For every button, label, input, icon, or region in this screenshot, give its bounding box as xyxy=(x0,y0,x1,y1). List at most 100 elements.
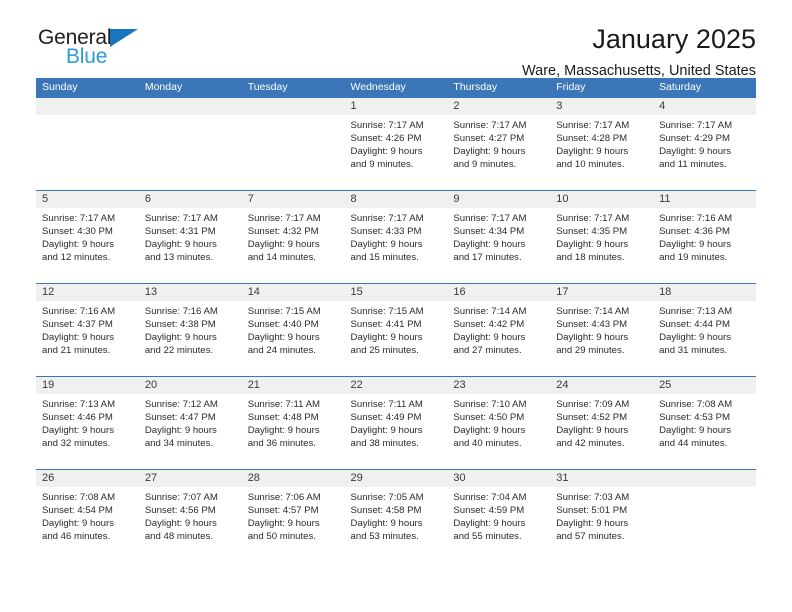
sunset-line: Sunset: 4:33 PM xyxy=(350,226,422,238)
day-details: Sunrise: 7:08 AM Sunset: 4:53 PM Daylight:… xyxy=(653,394,756,450)
day-cell-28[interactable]: 28 Sunrise: 7:06 AM Sunset: 4:57 PM Dayligh… xyxy=(241,469,345,562)
day-cell-inner: 27 Sunrise: 7:07 AM Sunset: 4:56 PM Dayligh… xyxy=(138,470,242,562)
daylight-line: Daylight: 9 hours xyxy=(144,518,217,530)
day-cell-26[interactable]: 26 Sunrise: 7:08 AM Sunset: 4:54 PM Dayligh… xyxy=(36,469,139,562)
daylight-line-2: and 50 minutes. xyxy=(247,531,316,543)
day-cell-27[interactable]: 27 Sunrise: 7:07 AM Sunset: 4:56 PM Dayligh… xyxy=(138,469,242,562)
day-cell-7[interactable]: 7 Sunrise: 7:17 AM Sunset: 4:32 PM Daylight… xyxy=(241,190,345,284)
daylight-line-2: and 32 minutes. xyxy=(42,438,111,450)
day-details: Sunrise: 7:17 AM Sunset: 4:33 PM Daylight:… xyxy=(345,208,448,264)
sunrise-line: Sunrise: 7:10 AM xyxy=(453,399,527,410)
day-cell-22[interactable]: 22 Sunrise: 7:11 AM Sunset: 4:49 PM Dayligh… xyxy=(344,376,448,470)
day-cell-inner: 24 Sunrise: 7:09 AM Sunset: 4:52 PM Dayligh… xyxy=(550,377,654,469)
day-cell-20[interactable]: 20 Sunrise: 7:12 AM Sunset: 4:47 PM Dayligh… xyxy=(138,376,242,470)
day-cell-23[interactable]: 23 Sunrise: 7:10 AM Sunset: 4:50 PM Dayligh… xyxy=(447,376,551,470)
day-details: Sunrise: 7:03 AM Sunset: 5:01 PM Daylight:… xyxy=(550,487,653,543)
day-cell-31[interactable]: 31 Sunrise: 7:03 AM Sunset: 5:01 PM Dayligh… xyxy=(550,469,654,562)
day-cell-3[interactable]: 3 Sunrise: 7:17 AM Sunset: 4:28 PM Daylight… xyxy=(550,98,654,191)
day-cell-11[interactable]: 11 Sunrise: 7:16 AM Sunset: 4:36 PM Dayligh… xyxy=(653,190,756,284)
sunset-line: Sunset: 4:41 PM xyxy=(350,319,422,331)
day-cell-inner: 22 Sunrise: 7:11 AM Sunset: 4:49 PM Dayligh… xyxy=(344,377,448,469)
day-number xyxy=(653,470,756,487)
day-details: Sunrise: 7:07 AM Sunset: 4:56 PM Daylight:… xyxy=(139,487,242,543)
sunrise-line: Sunrise: 7:15 AM xyxy=(247,306,321,317)
sunrise-line: Sunrise: 7:14 AM xyxy=(556,306,630,317)
day-cell-14[interactable]: 14 Sunrise: 7:15 AM Sunset: 4:40 PM Dayligh… xyxy=(241,283,345,377)
day-cell-9[interactable]: 9 Sunrise: 7:17 AM Sunset: 4:34 PM Daylight… xyxy=(447,190,551,284)
sunrise-line: Sunrise: 7:17 AM xyxy=(144,213,218,224)
day-cell-empty xyxy=(36,98,139,191)
day-details: Sunrise: 7:13 AM Sunset: 4:46 PM Daylight:… xyxy=(36,394,139,450)
day-cell-inner: 21 Sunrise: 7:11 AM Sunset: 4:48 PM Dayligh… xyxy=(241,377,345,469)
sunset-line: Sunset: 4:49 PM xyxy=(350,412,422,424)
daylight-line-2: and 36 minutes. xyxy=(247,438,316,450)
day-cell-21[interactable]: 21 Sunrise: 7:11 AM Sunset: 4:48 PM Dayligh… xyxy=(241,376,345,470)
daylight-line-2: and 19 minutes. xyxy=(659,252,728,264)
day-cell-inner: 1 Sunrise: 7:17 AM Sunset: 4:26 PM Daylight… xyxy=(344,98,448,190)
sunset-line: Sunset: 4:58 PM xyxy=(350,505,422,517)
sunset-line: Sunset: 4:37 PM xyxy=(42,319,113,331)
daylight-line: Daylight: 9 hours xyxy=(556,425,629,437)
day-cell-24[interactable]: 24 Sunrise: 7:09 AM Sunset: 4:52 PM Dayligh… xyxy=(550,376,654,470)
generalblue-logo[interactable]: General Blue xyxy=(38,26,168,74)
day-cell-12[interactable]: 12 Sunrise: 7:16 AM Sunset: 4:37 PM Dayligh… xyxy=(36,283,139,377)
sunset-line: Sunset: 4:36 PM xyxy=(659,226,730,238)
sunrise-line: Sunrise: 7:16 AM xyxy=(42,306,116,317)
sunset-line: Sunset: 4:30 PM xyxy=(42,226,113,238)
sunset-line: Sunset: 4:42 PM xyxy=(453,319,525,331)
day-cell-18[interactable]: 18 Sunrise: 7:13 AM Sunset: 4:44 PM Dayligh… xyxy=(653,283,756,377)
day-cell-29[interactable]: 29 Sunrise: 7:05 AM Sunset: 4:58 PM Dayligh… xyxy=(344,469,448,562)
daylight-line-2: and 11 minutes. xyxy=(659,159,727,171)
calendar-week-row: 12 Sunrise: 7:16 AM Sunset: 4:37 PM Dayligh… xyxy=(36,283,756,377)
day-number: 22 xyxy=(344,377,448,394)
day-cell-19[interactable]: 19 Sunrise: 7:13 AM Sunset: 4:46 PM Dayligh… xyxy=(36,376,139,470)
daylight-line-2: and 15 minutes. xyxy=(350,252,419,264)
day-cell-30[interactable]: 30 Sunrise: 7:04 AM Sunset: 4:59 PM Dayligh… xyxy=(447,469,551,562)
day-number: 11 xyxy=(653,191,756,208)
calendar-week-row: 26 Sunrise: 7:08 AM Sunset: 4:54 PM Dayligh… xyxy=(36,469,756,562)
daylight-line: Daylight: 9 hours xyxy=(453,332,526,344)
day-cell-8[interactable]: 8 Sunrise: 7:17 AM Sunset: 4:33 PM Daylight… xyxy=(344,190,448,284)
sunrise-line: Sunrise: 7:17 AM xyxy=(350,120,424,131)
day-number: 27 xyxy=(138,470,242,487)
page-title: January 2025 xyxy=(592,24,756,54)
day-cell-2[interactable]: 2 Sunrise: 7:17 AM Sunset: 4:27 PM Daylight… xyxy=(447,98,551,191)
day-cell-inner: 25 Sunrise: 7:08 AM Sunset: 4:53 PM Dayligh… xyxy=(653,377,756,469)
daylight-line: Daylight: 9 hours xyxy=(42,332,114,344)
day-cell-inner: 11 Sunrise: 7:16 AM Sunset: 4:36 PM Dayligh… xyxy=(653,191,756,283)
day-cell-6[interactable]: 6 Sunrise: 7:17 AM Sunset: 4:31 PM Daylight… xyxy=(138,190,242,284)
daylight-line-2: and 24 minutes. xyxy=(247,345,316,357)
day-details: Sunrise: 7:17 AM Sunset: 4:31 PM Daylight:… xyxy=(139,208,242,264)
day-cell-15[interactable]: 15 Sunrise: 7:15 AM Sunset: 4:41 PM Dayligh… xyxy=(344,283,448,377)
day-number: 4 xyxy=(653,98,756,115)
daylight-line-2: and 13 minutes. xyxy=(144,252,214,264)
day-cell-inner xyxy=(138,98,242,190)
day-cell-empty xyxy=(138,98,242,191)
day-details: Sunrise: 7:14 AM Sunset: 4:42 PM Daylight:… xyxy=(447,301,550,357)
day-details: Sunrise: 7:13 AM Sunset: 4:44 PM Daylight:… xyxy=(653,301,756,357)
page-subtitle: Ware, Massachusetts, United States xyxy=(522,63,756,79)
sunset-line: Sunset: 5:01 PM xyxy=(556,505,628,517)
day-cell-4[interactable]: 4 Sunrise: 7:17 AM Sunset: 4:29 PM Daylight… xyxy=(653,98,756,191)
sunrise-line: Sunrise: 7:09 AM xyxy=(556,399,630,410)
day-cell-25[interactable]: 25 Sunrise: 7:08 AM Sunset: 4:53 PM Dayligh… xyxy=(653,376,756,470)
day-cell-17[interactable]: 17 Sunrise: 7:14 AM Sunset: 4:43 PM Dayligh… xyxy=(550,283,654,377)
day-cell-inner: 14 Sunrise: 7:15 AM Sunset: 4:40 PM Dayligh… xyxy=(241,284,345,376)
day-cell-1[interactable]: 1 Sunrise: 7:17 AM Sunset: 4:26 PM Daylight… xyxy=(344,98,448,191)
day-cell-5[interactable]: 5 Sunrise: 7:17 AM Sunset: 4:30 PM Daylight… xyxy=(36,190,139,284)
daylight-line-2: and 55 minutes. xyxy=(453,531,522,543)
day-details: Sunrise: 7:05 AM Sunset: 4:58 PM Daylight:… xyxy=(345,487,448,543)
day-number: 7 xyxy=(241,191,345,208)
day-details xyxy=(242,115,345,119)
daylight-line: Daylight: 9 hours xyxy=(453,518,526,530)
day-cell-16[interactable]: 16 Sunrise: 7:14 AM Sunset: 4:42 PM Dayligh… xyxy=(447,283,551,377)
daylight-line-2: and 29 minutes. xyxy=(556,345,625,357)
sunrise-line: Sunrise: 7:11 AM xyxy=(247,399,321,410)
sunrise-line: Sunrise: 7:08 AM xyxy=(659,399,733,410)
daylight-line: Daylight: 9 hours xyxy=(659,332,732,344)
sunrise-line: Sunrise: 7:16 AM xyxy=(659,213,733,224)
day-number: 2 xyxy=(447,98,551,115)
day-cell-10[interactable]: 10 Sunrise: 7:17 AM Sunset: 4:35 PM Dayligh… xyxy=(550,190,654,284)
day-cell-13[interactable]: 13 Sunrise: 7:16 AM Sunset: 4:38 PM Dayligh… xyxy=(138,283,242,377)
daylight-line-2: and 34 minutes. xyxy=(144,438,214,450)
